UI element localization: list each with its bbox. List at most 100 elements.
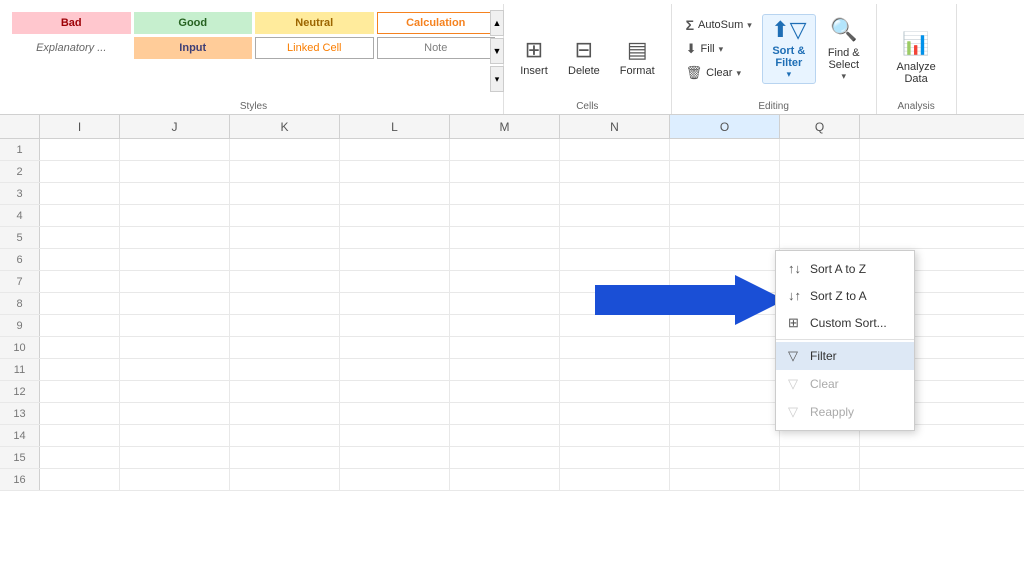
cell-m1[interactable] bbox=[450, 139, 560, 160]
col-header-k[interactable]: K bbox=[230, 115, 340, 138]
row-number-4: 4 bbox=[0, 205, 40, 226]
cell-l1[interactable] bbox=[340, 139, 450, 160]
cell-i3[interactable] bbox=[40, 183, 120, 204]
cell-n3[interactable] bbox=[560, 183, 670, 204]
cells-buttons: ⊞ Insert ⊟ Delete ▤ Format bbox=[512, 8, 663, 99]
style-input[interactable]: Input bbox=[134, 37, 253, 59]
col-header-n[interactable]: N bbox=[560, 115, 670, 138]
cell-i4[interactable] bbox=[40, 205, 120, 226]
cell-l3[interactable] bbox=[340, 183, 450, 204]
col-header-o[interactable]: O bbox=[670, 115, 780, 138]
col-header-m[interactable]: M bbox=[450, 115, 560, 138]
row-number-12: 12 bbox=[0, 381, 40, 402]
style-linked-cell[interactable]: Linked Cell bbox=[255, 37, 374, 59]
autosum-label: AutoSum bbox=[698, 19, 743, 31]
sort-az-icon: ↑↓ bbox=[788, 261, 804, 276]
clear-button[interactable]: 🗑 Clear ▾ bbox=[680, 62, 758, 84]
menu-item-filter[interactable]: ▽ Filter bbox=[776, 342, 914, 370]
style-note[interactable]: Note bbox=[377, 37, 496, 59]
styles-expand[interactable]: ▾ bbox=[490, 66, 504, 92]
fill-button[interactable]: ⬇ Fill ▾ bbox=[680, 38, 758, 60]
cell-n2[interactable] bbox=[560, 161, 670, 182]
delete-button[interactable]: ⊟ Delete bbox=[560, 23, 608, 93]
styles-grid: Bad Good Neutral Calculation Explanatory… bbox=[12, 8, 495, 63]
row-number-9: 9 bbox=[0, 315, 40, 336]
styles-label: Styles bbox=[12, 99, 495, 112]
menu-item-custom-sort[interactable]: ⊞ Custom Sort... bbox=[776, 309, 914, 337]
menu-item-clear-label: Clear bbox=[810, 377, 839, 391]
find-select-button[interactable]: 🔍 Find &Select ▾ bbox=[820, 14, 868, 84]
cell-l5[interactable] bbox=[340, 227, 450, 248]
cell-j3[interactable] bbox=[120, 183, 230, 204]
menu-item-sort-az-label: Sort A to Z bbox=[810, 262, 866, 276]
sort-za-icon: ↓↑ bbox=[788, 288, 804, 303]
col-header-i[interactable]: I bbox=[40, 115, 120, 138]
cell-o5[interactable] bbox=[670, 227, 780, 248]
cell-k3[interactable] bbox=[230, 183, 340, 204]
style-explanatory[interactable]: Explanatory ... bbox=[12, 37, 131, 59]
cell-i2[interactable] bbox=[40, 161, 120, 182]
find-select-label: Find &Select bbox=[828, 47, 860, 71]
cell-l4[interactable] bbox=[340, 205, 450, 226]
style-calculation[interactable]: Calculation bbox=[377, 12, 496, 34]
row-number-6: 6 bbox=[0, 249, 40, 270]
cell-o4[interactable] bbox=[670, 205, 780, 226]
style-neutral[interactable]: Neutral bbox=[255, 12, 374, 34]
menu-item-sort-az[interactable]: ↑↓ Sort A to Z bbox=[776, 255, 914, 282]
fill-dropdown-icon: ▾ bbox=[719, 44, 724, 55]
format-button[interactable]: ▤ Format bbox=[612, 23, 663, 93]
cell-o2[interactable] bbox=[670, 161, 780, 182]
spreadsheet: I J K L M N O Q 1 2 bbox=[0, 115, 1024, 491]
cell-k1[interactable] bbox=[230, 139, 340, 160]
analyze-data-button[interactable]: 📊 AnalyzeData bbox=[889, 23, 944, 93]
editing-label: Editing bbox=[680, 99, 868, 112]
styles-scroll-up[interactable]: ▲ bbox=[490, 10, 504, 36]
cell-q2[interactable] bbox=[780, 161, 860, 182]
cell-k4[interactable] bbox=[230, 205, 340, 226]
reapply-icon: ▽ bbox=[788, 404, 804, 420]
cell-m5[interactable] bbox=[450, 227, 560, 248]
cell-m4[interactable] bbox=[450, 205, 560, 226]
cell-j1[interactable] bbox=[120, 139, 230, 160]
col-header-j[interactable]: J bbox=[120, 115, 230, 138]
cell-n5[interactable] bbox=[560, 227, 670, 248]
menu-item-clear: ▽ Clear bbox=[776, 370, 914, 398]
styles-scroll-down[interactable]: ▼ bbox=[490, 38, 504, 64]
cell-o3[interactable] bbox=[670, 183, 780, 204]
sort-filter-dropdown-menu: ↑↓ Sort A to Z ↓↑ Sort Z to A ⊞ Custom S… bbox=[775, 250, 915, 431]
cell-m2[interactable] bbox=[450, 161, 560, 182]
analyze-data-label: AnalyzeData bbox=[897, 61, 936, 85]
cell-j4[interactable] bbox=[120, 205, 230, 226]
cell-l2[interactable] bbox=[340, 161, 450, 182]
menu-item-sort-za-label: Sort Z to A bbox=[810, 289, 867, 303]
cell-o1[interactable] bbox=[670, 139, 780, 160]
cell-k2[interactable] bbox=[230, 161, 340, 182]
style-good[interactable]: Good bbox=[134, 12, 253, 34]
autosum-sigma-icon: Σ bbox=[686, 17, 694, 33]
cell-q3[interactable] bbox=[780, 183, 860, 204]
cell-q4[interactable] bbox=[780, 205, 860, 226]
menu-item-filter-label: Filter bbox=[810, 349, 837, 363]
row-number-11: 11 bbox=[0, 359, 40, 380]
style-bad[interactable]: Bad bbox=[12, 12, 131, 34]
col-header-l[interactable]: L bbox=[340, 115, 450, 138]
cell-i5[interactable] bbox=[40, 227, 120, 248]
format-label: Format bbox=[620, 65, 655, 77]
cell-k5[interactable] bbox=[230, 227, 340, 248]
insert-button[interactable]: ⊞ Insert bbox=[512, 23, 556, 93]
cell-j2[interactable] bbox=[120, 161, 230, 182]
col-header-q[interactable]: Q bbox=[780, 115, 860, 138]
cell-n1[interactable] bbox=[560, 139, 670, 160]
cell-m3[interactable] bbox=[450, 183, 560, 204]
analyze-label: Analysis bbox=[885, 99, 948, 112]
cell-q1[interactable] bbox=[780, 139, 860, 160]
cell-i1[interactable] bbox=[40, 139, 120, 160]
styles-group: Bad Good Neutral Calculation Explanatory… bbox=[4, 4, 504, 114]
clear-filter-icon: ▽ bbox=[788, 376, 804, 392]
sort-filter-button[interactable]: ⬆▽ Sort &Filter ▾ bbox=[762, 14, 816, 84]
cell-q5[interactable] bbox=[780, 227, 860, 248]
cell-n4[interactable] bbox=[560, 205, 670, 226]
menu-item-sort-za[interactable]: ↓↑ Sort Z to A bbox=[776, 282, 914, 309]
cell-j5[interactable] bbox=[120, 227, 230, 248]
autosum-button[interactable]: Σ AutoSum ▾ bbox=[680, 14, 758, 36]
